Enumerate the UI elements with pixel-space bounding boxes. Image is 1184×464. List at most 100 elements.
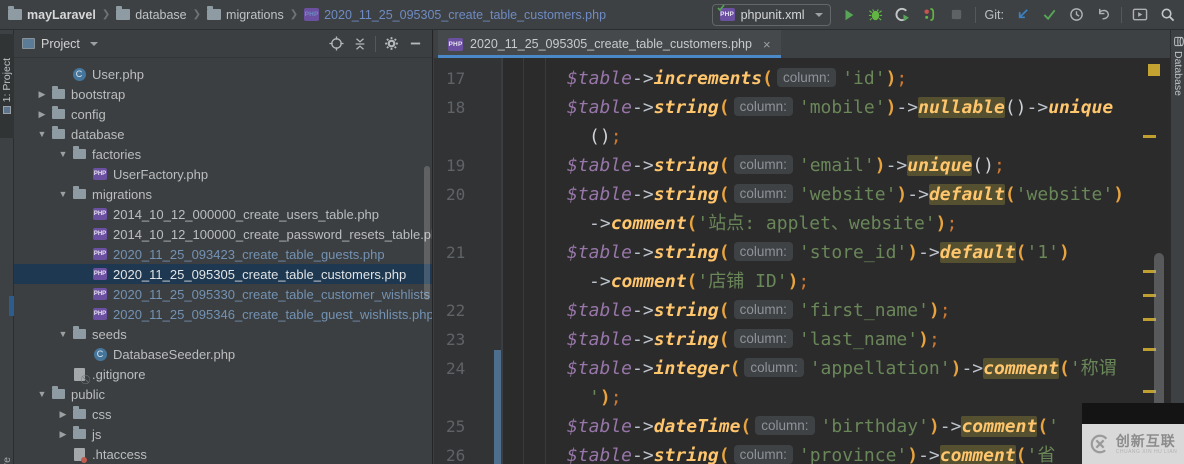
tree-toggle-arrow[interactable]: ▶ (55, 409, 71, 420)
code-segment: ; (940, 300, 951, 321)
tree-toggle-arrow[interactable]: ▶ (55, 429, 71, 440)
code-line[interactable]: '); (589, 383, 622, 412)
debug-button[interactable] (867, 6, 885, 24)
navigation-bar: mayLaravel ❯ database ❯ migrations ❯ PHP… (0, 0, 1184, 30)
php-file-icon: PHP (93, 248, 107, 260)
tree-item[interactable]: ▼ database (14, 124, 432, 144)
tree-item[interactable]: PHP2020_11_25_095330_create_table_custom… (14, 284, 432, 304)
code-segment: $table (567, 242, 632, 263)
tree-item[interactable]: PHP2020_11_25_093423_create_table_guests… (14, 244, 432, 264)
ide-window: mayLaravel ❯ database ❯ migrations ❯ PHP… (0, 0, 1184, 464)
code-line[interactable]: $table->string(column:'store_id')->defau… (567, 238, 1070, 267)
code-segment: -> (632, 329, 654, 350)
breadcrumb-item-file[interactable]: PHP 2020_11_25_095305_create_table_custo… (304, 8, 606, 22)
tree-item[interactable]: ▼seeds (14, 324, 432, 344)
tree-scrollbar-thumb[interactable] (424, 166, 430, 300)
code-line[interactable]: $table->string(column:'first_name'); (567, 296, 951, 325)
tree-item[interactable]: ▶bootstrap (14, 84, 432, 104)
tree-item[interactable]: .htaccess (14, 444, 432, 464)
tree-item[interactable]: PHP2020_11_25_095305_create_table_custom… (14, 264, 432, 284)
run-config-selector[interactable]: PHP phpunit.xml (712, 4, 831, 26)
code-segment: -> (632, 300, 654, 321)
code-segment: string (654, 97, 719, 118)
tree-item[interactable]: ▼migrations (14, 184, 432, 204)
code-segment: ; (798, 271, 809, 292)
tree-toggle-arrow[interactable]: ▼ (55, 189, 71, 199)
editor-scrollbar-thumb[interactable] (1154, 253, 1164, 423)
tree-item-label: config (71, 107, 106, 122)
hide-panel-button[interactable] (406, 35, 424, 53)
tree-toggle-arrow[interactable]: ▶ (34, 109, 50, 120)
git-commit-button[interactable] (1040, 6, 1058, 24)
tree-item[interactable]: PHP2014_10_12_000000_create_users_table.… (14, 204, 432, 224)
code-line[interactable]: $table->string(column:'email')->unique()… (567, 151, 1005, 180)
tree-item[interactable]: ▶ config (14, 104, 432, 124)
editor-tab-active[interactable]: PHP 2020_11_25_095305_create_table_custo… (438, 30, 781, 58)
code-segment: ' (589, 387, 600, 408)
code-segment: ; (929, 329, 940, 350)
warning-stripe-mark[interactable] (1143, 135, 1156, 138)
chevron-down-icon[interactable] (90, 42, 98, 46)
code-line[interactable]: ->comment('站点: applet、website'); (589, 209, 957, 238)
tree-item[interactable]: ▶ js (14, 424, 432, 444)
structure-tab-label-fragment[interactable]: re (1, 457, 13, 464)
tree-item[interactable]: ▼factories (14, 144, 432, 164)
code-line[interactable]: $table->string(column:'mobile')->nullabl… (567, 93, 1113, 122)
line-number: 21 (446, 238, 486, 267)
tree-item[interactable]: PHP2014_10_12_100000_create_password_res… (14, 224, 432, 244)
code-line[interactable]: ->comment('店铺 ID'); (589, 267, 809, 296)
tree-item[interactable]: ▶css (14, 404, 432, 424)
collapse-all-button[interactable] (351, 35, 369, 53)
code-editor[interactable]: $table->increments(column:'id');$table->… (503, 58, 1170, 464)
project-tab-label: 1: Project (1, 58, 13, 102)
settings-gear-icon[interactable] (382, 35, 400, 53)
tree-toggle-arrow[interactable]: ▼ (55, 329, 71, 339)
tree-item[interactable]: PHP2020_11_25_095346_create_table_guest_… (14, 304, 432, 324)
inspection-status-square[interactable] (1148, 64, 1160, 76)
close-icon[interactable]: × (763, 37, 771, 52)
tree-toggle-arrow[interactable]: ▼ (34, 389, 50, 399)
tree-toggle-arrow[interactable]: ▼ (55, 149, 71, 159)
tree-item[interactable]: CUser.php (14, 64, 432, 84)
breadcrumb-item-project[interactable]: mayLaravel (8, 8, 96, 22)
tree-item-label: database (71, 127, 125, 142)
code-line[interactable]: $table->integer(column:'appellation')->c… (567, 354, 1117, 383)
tree-item[interactable]: PHPUserFactory.php (14, 164, 432, 184)
breadcrumb: mayLaravel ❯ database ❯ migrations ❯ PHP… (8, 8, 606, 22)
breadcrumb-item-migrations[interactable]: migrations (207, 8, 284, 22)
code-segment: ) (788, 271, 799, 292)
tree-item-label: js (92, 427, 101, 442)
code-segment: -> (907, 184, 929, 205)
code-segment: ) (1059, 242, 1070, 263)
code-line[interactable]: $table->string(column:'website')->defaul… (567, 180, 1124, 209)
tree-toggle-arrow[interactable]: ▶ (34, 89, 50, 100)
run-with-coverage-button[interactable] (894, 6, 912, 24)
code-line[interactable]: $table->dateTime(column:'birthday')->com… (567, 412, 1059, 441)
tree-item[interactable]: ▼public (14, 384, 432, 404)
git-rollback-button[interactable] (1094, 6, 1112, 24)
tree-item[interactable]: .gitignore (14, 364, 432, 384)
search-everywhere-icon[interactable] (1158, 6, 1176, 24)
line-number (446, 209, 486, 238)
run-button[interactable] (840, 6, 858, 24)
git-history-button[interactable] (1067, 6, 1085, 24)
code-segment: 'store_id' (799, 242, 907, 263)
git-update-button[interactable] (1013, 6, 1031, 24)
breadcrumb-item-database[interactable]: database (116, 8, 186, 22)
code-line[interactable]: (); (589, 122, 622, 151)
run-with-profiler-button[interactable] (921, 6, 939, 24)
tree-toggle-arrow[interactable]: ▼ (34, 129, 50, 139)
parameter-inlay-hint: column: (734, 155, 793, 174)
stop-button[interactable] (948, 6, 966, 24)
locate-file-button[interactable] (327, 35, 345, 53)
run-anything-button[interactable] (1131, 6, 1149, 24)
project-tool-window-tab[interactable]: 1: Project (0, 34, 14, 138)
tree-item[interactable]: CDatabaseSeeder.php (14, 344, 432, 364)
code-segment: ; (611, 126, 622, 147)
line-number: 26 (446, 441, 486, 464)
code-line[interactable]: $table->string(column:'last_name'); (567, 325, 940, 354)
code-segment: -> (632, 184, 654, 205)
code-line[interactable]: $table->increments(column:'id'); (567, 64, 907, 93)
code-line[interactable]: $table->string(column:'province')->comme… (567, 441, 1055, 464)
database-tool-window-tab[interactable]: Database (1171, 36, 1184, 96)
